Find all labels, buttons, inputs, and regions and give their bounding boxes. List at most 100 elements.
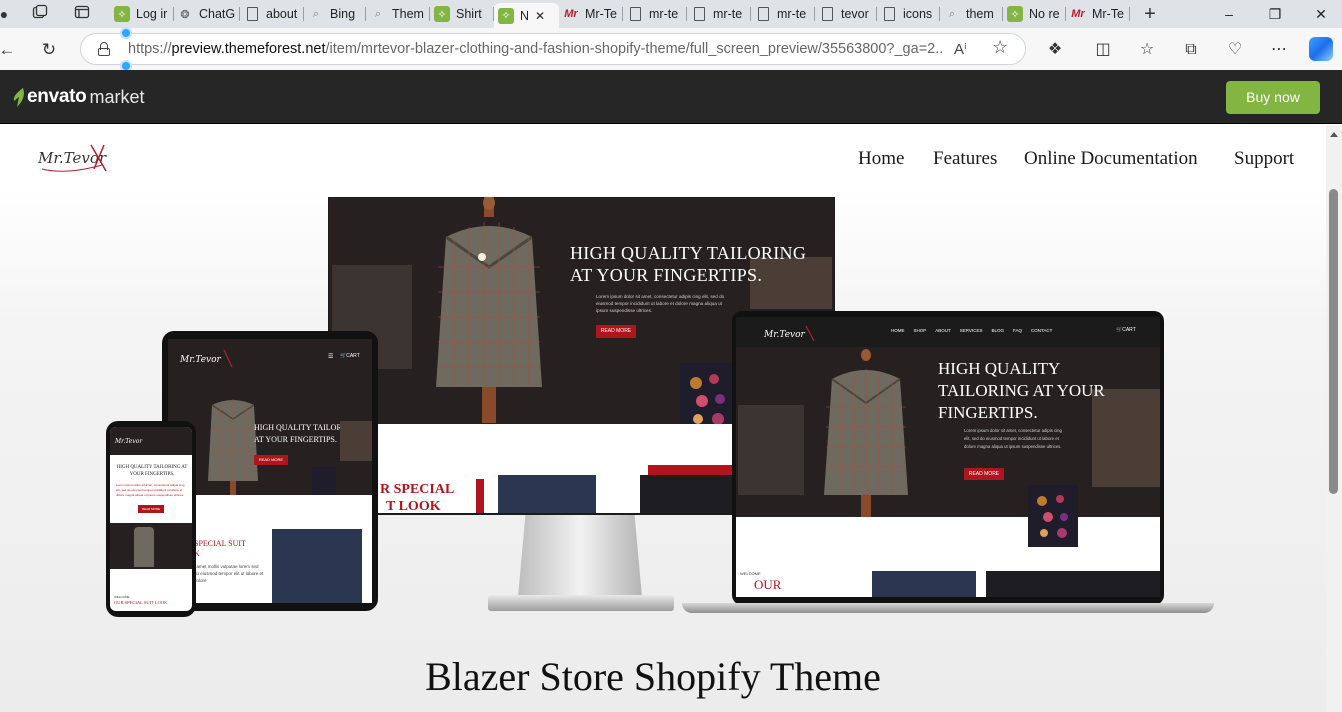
phone-mockup: Mr.Tevor HIGH QUALITY TAILORING AT YOUR …	[106, 421, 196, 617]
laptop-watch-image	[738, 405, 804, 495]
tablet-buttons-image	[312, 467, 336, 495]
desktop-read-more-button: READ MORE	[596, 325, 636, 338]
envato-market-bar: envato market Buy now	[0, 70, 1342, 124]
envato-market-logo[interactable]: envato market	[12, 86, 144, 108]
lock-icon[interactable]	[98, 42, 110, 56]
page-icon	[627, 6, 643, 22]
maximize-button[interactable]: ❐	[1252, 0, 1298, 28]
tablet-read-more-button: READ MORE	[254, 455, 288, 465]
monitor-stand	[518, 515, 642, 597]
collections-icon[interactable]: ⧉	[1180, 39, 1202, 61]
browser-essentials-icon[interactable]: ♡	[1224, 39, 1246, 61]
extensions-icon[interactable]: ❖	[1044, 39, 1066, 61]
preview-page: Mr.Tevor Home Features Online Documentat…	[0, 125, 1326, 712]
browser-tab[interactable]: ❂ ChatG	[173, 3, 240, 25]
browser-tab[interactable]: ✧ No re	[1003, 3, 1066, 25]
tab-label: mr-te	[713, 7, 743, 21]
laptop-logo-icon: Mr.Tevor	[763, 325, 815, 342]
browser-tab[interactable]: Mr Mr-Te	[1066, 3, 1130, 25]
close-window-button[interactable]: ✕	[1298, 0, 1342, 28]
browser-tab[interactable]: Mr Mr-Te	[559, 3, 623, 25]
browser-tab[interactable]: ⌕ Them	[366, 3, 430, 25]
back-icon[interactable]: ←	[0, 39, 18, 61]
page-icon	[881, 6, 897, 22]
workspaces-icon[interactable]	[30, 4, 50, 24]
browser-tab[interactable]: mr-te	[751, 3, 815, 25]
desktop-section-title: R SPECIAL	[380, 482, 455, 497]
new-tab-button[interactable]: +	[1140, 4, 1160, 24]
laptop-nav-item: SERVICES	[959, 328, 983, 333]
laptop-cart: 🛒CART	[1116, 327, 1136, 333]
nav-support[interactable]: Support	[1234, 148, 1294, 170]
nav-online-documentation[interactable]: Online Documentation	[1024, 148, 1198, 170]
refresh-icon[interactable]: ↻	[38, 39, 60, 61]
desktop-blazer-image	[424, 196, 554, 428]
tablet-heading-2: AT YOUR FINGERTIPS.	[254, 435, 337, 444]
url-input[interactable]: https://preview.themeforest.net/item/mrt…	[80, 33, 1026, 65]
browser-tab[interactable]: ✧ Log ir	[110, 3, 174, 25]
laptop-welcome: WELCOME	[740, 571, 761, 576]
more-menu-icon[interactable]: ⋯	[1268, 39, 1290, 61]
laptop-nav-item: HOME	[891, 328, 905, 333]
green-leaf-icon: ✧	[114, 6, 130, 22]
desktop-suit-image-1	[498, 475, 596, 513]
page-icon	[691, 6, 707, 22]
nav-features[interactable]: Features	[933, 148, 997, 170]
favorite-star-icon[interactable]: ☆	[992, 37, 1008, 58]
selection-handle-top[interactable]	[120, 27, 132, 39]
buy-now-button[interactable]: Buy now	[1226, 81, 1320, 114]
svg-text:Mr.Tevor: Mr.Tevor	[763, 330, 806, 340]
tablet-body-text: t amet mollis vulputae lorem sed do eius…	[194, 564, 264, 583]
tablet-logo-icon: Mr.Tevor	[179, 349, 233, 368]
close-tab-icon[interactable]: ✕	[535, 9, 545, 23]
tab-label: mr-te	[649, 7, 679, 21]
desktop-body-text: Lorem ipsum dolor sit amet, consectetur …	[596, 294, 725, 313]
laptop-heading-3: FINGERTIPS.	[938, 403, 1038, 422]
read-aloud-icon[interactable]: Aⁱ	[954, 40, 967, 58]
monitor-base	[488, 595, 674, 611]
favorites-icon[interactable]: ☆	[1136, 39, 1158, 61]
laptop-nav-item: ABOUT	[935, 328, 951, 333]
phone-blazer-image	[134, 527, 154, 567]
tab-label: N	[520, 8, 530, 23]
laptop-nav-item: CONTACT	[1031, 328, 1053, 333]
tablet-cart: 🛒CART	[340, 353, 360, 359]
profile-icon[interactable]: ●	[0, 4, 14, 24]
laptop-nav-item: SHOP	[913, 328, 927, 333]
browser-tab[interactable]: ⌕ them	[940, 3, 1003, 25]
laptop-mockup: Mr.Tevor HOME SHOP ABOUT SERVICES BLOG FAQ CON…	[732, 311, 1164, 605]
browser-tab[interactable]: mr-te	[623, 3, 687, 25]
copilot-icon[interactable]	[1309, 37, 1333, 61]
browser-tab[interactable]: icons	[877, 3, 940, 25]
laptop-read-more-button: READ MORE	[964, 468, 1004, 480]
nav-home[interactable]: Home	[858, 148, 904, 170]
desktop-man-image	[750, 257, 832, 309]
svg-text:Mr.Tevor: Mr.Tevor	[179, 355, 222, 365]
tab-label: Log ir	[136, 7, 168, 21]
address-bar: ← ↻ https://preview.themeforest.net/item…	[0, 27, 1342, 72]
scroll-up-arrow-icon[interactable]	[1330, 132, 1338, 137]
scrollbar-thumb[interactable]	[1329, 189, 1338, 494]
page-title: Blazer Store Shopify Theme	[425, 654, 881, 699]
browser-tab[interactable]: ⌕ Bing	[304, 3, 366, 25]
split-screen-icon[interactable]: ◫	[1092, 39, 1114, 61]
site-logo[interactable]: Mr.Tevor	[36, 139, 114, 180]
tab-label: icons	[903, 7, 933, 21]
browser-tab[interactable]: mr-te	[687, 3, 751, 25]
browser-tab[interactable]: about	[240, 3, 304, 25]
tab-label: tevor	[841, 7, 869, 21]
tab-label: Mr-Te	[1092, 7, 1124, 21]
tab-label: them	[966, 7, 994, 21]
search-icon: ⌕	[312, 7, 320, 20]
tab-label: Bing	[330, 7, 356, 21]
url-text[interactable]: https://preview.themeforest.net/item/mrt…	[128, 41, 943, 57]
browser-tab[interactable]: ✧ Shirt	[430, 3, 494, 25]
laptop-body-text: Lorem ipsum dolor sit amet, consectetur …	[964, 428, 1062, 449]
minimize-button[interactable]: –	[1206, 0, 1252, 28]
page-scrollbar[interactable]	[1326, 125, 1342, 712]
envato-logo-bold: envato	[27, 86, 87, 107]
browser-tab[interactable]: ✧ N ✕	[494, 3, 559, 28]
tab-actions-icon[interactable]	[72, 4, 92, 24]
browser-tab[interactable]: tevor	[815, 3, 877, 25]
tablet-blazer-image	[204, 391, 262, 500]
